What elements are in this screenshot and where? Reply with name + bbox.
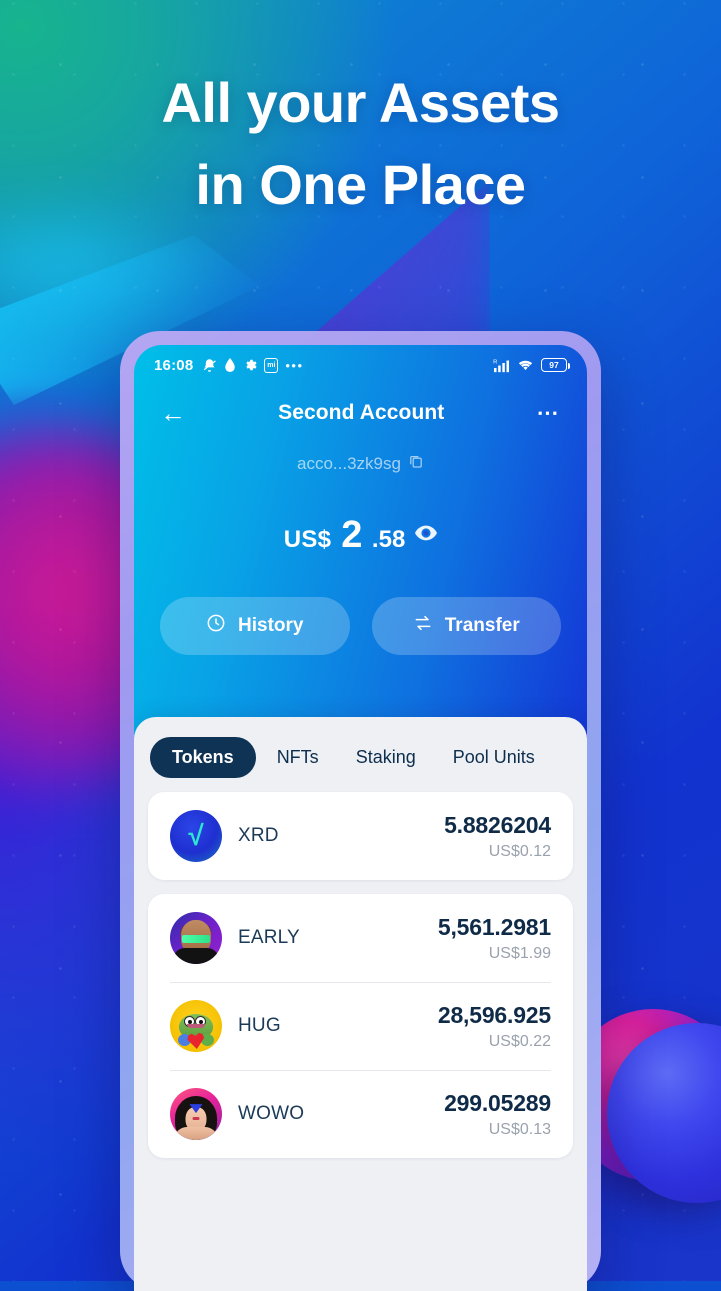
tab-nfts[interactable]: NFTs [261,737,335,778]
water-drop-icon [224,357,236,373]
token-card: EARLY 5,561.2981 US$1.99 HUG 28,596.925 … [148,894,573,1158]
token-symbol: EARLY [238,927,300,948]
history-button[interactable]: History [160,597,350,655]
battery-percent: 97 [549,360,559,370]
status-bar-right: R 97 [493,358,570,373]
bell-off-icon [202,358,217,373]
account-address-row[interactable]: acco...3zk9sg [134,453,587,474]
account-address: acco...3zk9sg [297,453,401,473]
status-bar-left: 16:08 mi ••• [154,357,304,374]
token-values: 5.8826204 US$0.12 [444,812,551,861]
token-fiat-value: US$0.22 [488,1032,551,1050]
token-symbol: WOWO [238,1103,305,1124]
xrd-token-icon: √ [170,810,222,862]
promo-headline: All your Assets in One Place [0,62,721,226]
headline-line-2: in One Place [195,152,526,216]
wifi-icon [517,358,534,372]
balance-decimal: .58 [371,526,406,553]
headline-line-1: All your Assets [161,71,560,134]
phone-screen: 16:08 mi ••• R 97 ← Second Account ⋯ acc… [134,345,587,1291]
tab-pool-units[interactable]: Pool Units [437,737,551,778]
token-row-xrd[interactable]: √ XRD 5.8826204 US$0.12 [148,792,573,880]
account-actions: History Transfer [134,597,587,655]
mi-badge-icon: mi [264,357,279,373]
token-values: 299.05289 US$0.13 [444,1090,551,1139]
app-bar: ← Second Account ⋯ [134,385,587,441]
token-fiat-value: US$0.12 [488,842,551,860]
token-card: √ XRD 5.8826204 US$0.12 [148,792,573,880]
token-values: 28,596.925 US$0.22 [438,1002,551,1051]
transfer-button-label: Transfer [444,615,520,636]
balance-integer: 2 [341,514,362,556]
wowo-token-icon [170,1088,222,1140]
gear-icon [243,358,257,372]
balance-currency: US$ [283,526,332,553]
back-arrow-icon[interactable]: ← [160,400,186,426]
transfer-button[interactable]: Transfer [371,597,561,655]
tab-staking[interactable]: Staking [340,737,432,778]
token-symbol: XRD [238,825,279,846]
asset-tabs: Tokens NFTs Staking Pool Units [148,731,573,792]
history-button-label: History [238,615,304,636]
early-token-icon [170,912,222,964]
token-row-early[interactable]: EARLY 5,561.2981 US$1.99 [148,894,573,982]
assets-sheet: Tokens NFTs Staking Pool Units √ XRD 5.8… [134,717,587,1291]
token-amount: 299.05289 [444,1089,551,1116]
page-title: Second Account [278,401,445,424]
kebab-menu-icon[interactable]: ⋯ [537,402,562,424]
clock-icon [206,613,226,639]
svg-text:R: R [493,359,497,365]
status-bar: 16:08 mi ••• R 97 [134,345,587,385]
token-row-hug[interactable]: HUG 28,596.925 US$0.22 [148,982,573,1070]
token-amount: 5.8826204 [444,811,551,838]
token-amount: 5,561.2981 [437,913,551,940]
balance-row: US$ 2 .58 [134,514,587,557]
signal-roaming-icon: R [493,358,510,373]
token-amount: 28,596.925 [437,1001,551,1028]
swap-arrows-icon [413,613,433,639]
token-fiat-value: US$1.99 [488,944,551,962]
battery-indicator: 97 [541,358,570,372]
token-symbol: HUG [238,1015,281,1036]
token-row-wowo[interactable]: WOWO 299.05289 US$0.13 [148,1070,573,1158]
token-values: 5,561.2981 US$1.99 [438,914,551,963]
eye-icon[interactable] [415,525,438,546]
status-time: 16:08 [154,356,194,374]
tab-tokens[interactable]: Tokens [150,737,256,778]
token-fiat-value: US$0.13 [488,1120,551,1138]
phone-mockup: 16:08 mi ••• R 97 ← Second Account ⋯ acc… [120,331,601,1291]
copy-icon[interactable] [408,453,424,474]
hug-token-icon [170,1000,222,1052]
more-dots-icon: ••• [285,357,304,373]
